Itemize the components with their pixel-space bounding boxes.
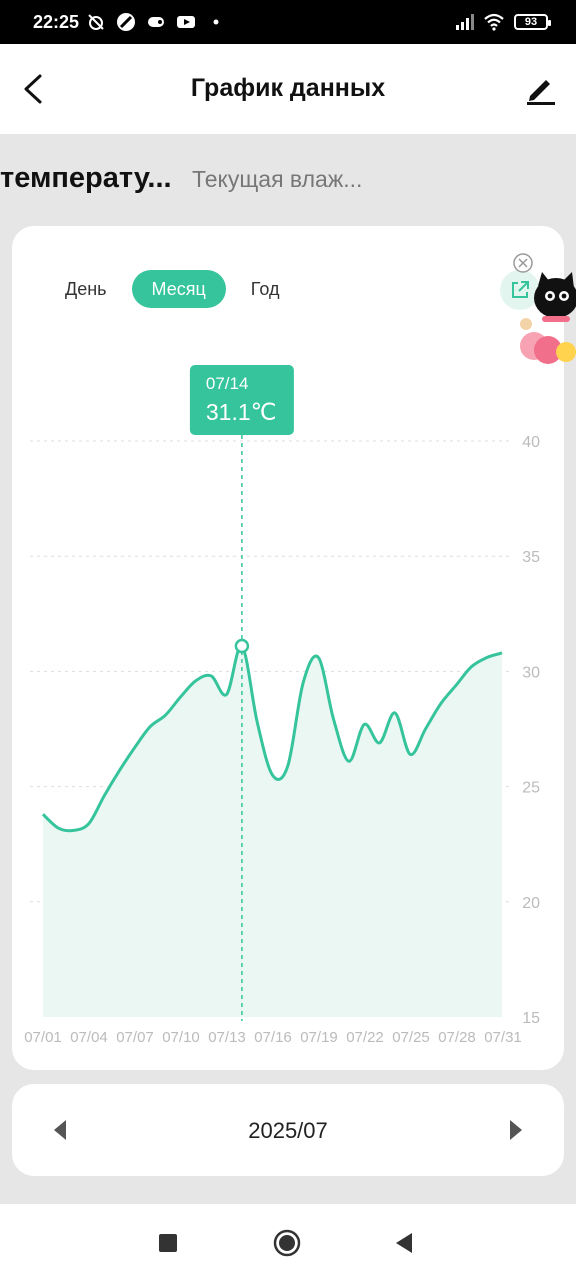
tooltip-value: 31.1℃ [206, 399, 277, 425]
system-nav-bar [0, 1204, 576, 1280]
y-tick-label: 25 [522, 780, 540, 797]
triangle-right-icon[interactable] [504, 1116, 528, 1144]
status-time: 22:25 [33, 12, 80, 32]
close-circle-icon[interactable] [512, 252, 534, 274]
y-tick-label: 40 [522, 434, 540, 451]
dot-icon [213, 19, 219, 25]
x-tick-label: 07/13 [208, 1029, 246, 1046]
home-icon[interactable] [272, 1228, 302, 1258]
x-tick-label: 07/19 [300, 1029, 338, 1046]
tab-humidity[interactable]: Текущая влаж... [192, 166, 362, 193]
x-tick-label: 07/04 [70, 1029, 108, 1046]
battery-icon: 93 [514, 14, 551, 30]
x-tick-label: 07/22 [346, 1029, 384, 1046]
tab-temperature[interactable]: температу... [0, 162, 172, 195]
app-header: График данных [0, 44, 576, 134]
series-area [43, 645, 502, 1017]
date-selector: 2025/07 [12, 1084, 564, 1176]
y-tick-label: 30 [522, 664, 540, 681]
recents-icon[interactable] [153, 1228, 183, 1258]
alarm-off-icon [88, 14, 104, 30]
tooltip-date: 07/14 [206, 374, 249, 393]
current-period-label: 2025/07 [248, 1118, 328, 1143]
cat-sticker-icon[interactable] [512, 272, 576, 372]
x-tick-label: 07/07 [116, 1029, 154, 1046]
no-disturb-icon [117, 13, 135, 31]
wifi-icon [484, 13, 504, 31]
signal-icon [456, 14, 474, 30]
x-tick-label: 07/28 [438, 1029, 476, 1046]
x-tick-label: 07/01 [24, 1029, 62, 1046]
x-tick-label: 07/16 [254, 1029, 292, 1046]
temperature-chart: 40 35 30 25 20 15 07/01 07/04 07/07 07/10 07/13 07/… [24, 365, 540, 1046]
page-title: График данных [190, 74, 386, 102]
data-type-tabs: температу... Текущая влаж... [0, 160, 576, 200]
x-tick-label: 07/25 [392, 1029, 430, 1046]
edit-icon[interactable] [524, 72, 558, 106]
highlight-point [234, 638, 250, 654]
x-tick-label: 07/10 [162, 1029, 200, 1046]
game-icon [148, 17, 164, 27]
back-icon[interactable] [390, 1228, 420, 1258]
y-tick-label: 20 [522, 895, 540, 912]
y-tick-label: 15 [522, 1010, 540, 1027]
y-tick-label: 35 [522, 549, 540, 566]
status-bar: 22:25 93 [0, 0, 576, 44]
youtube-icon [177, 16, 195, 28]
x-tick-label: 07/31 [484, 1029, 522, 1046]
